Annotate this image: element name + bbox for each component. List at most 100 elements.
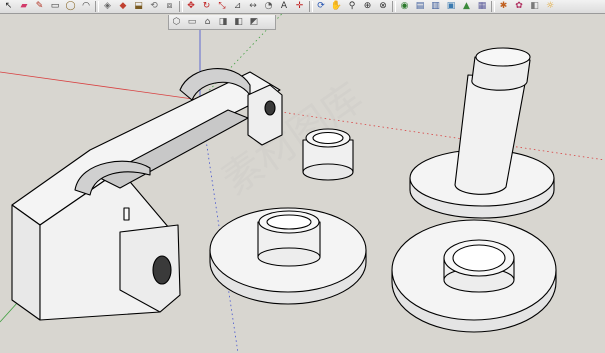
bracket-hole-rear bbox=[264, 100, 276, 116]
circle-icon: ◯ bbox=[65, 1, 76, 11]
scale-tool-button[interactable]: ⤡ bbox=[215, 0, 230, 13]
paint-bucket-icon: ◆ bbox=[119, 1, 127, 11]
scale-icon: ⤡ bbox=[218, 1, 226, 11]
rectangle-tool-button[interactable]: ▭ bbox=[48, 0, 63, 13]
offset-icon: ⧈ bbox=[166, 1, 173, 11]
share-icon: ▥ bbox=[431, 1, 440, 11]
small-bushing-bottom bbox=[302, 163, 354, 181]
bracket-front-face bbox=[11, 204, 41, 321]
toggle-terrain-button[interactable]: ▲ bbox=[459, 0, 474, 13]
eraser-tool-button[interactable]: ▰ bbox=[17, 0, 32, 13]
photo-icon: ▣ bbox=[446, 1, 456, 11]
flanged-bushing-bore bbox=[266, 214, 312, 230]
select-tool-button[interactable]: ↖ bbox=[1, 0, 16, 13]
get-models-button[interactable]: ▤ bbox=[413, 0, 428, 13]
arrow-icon: ↖ bbox=[4, 1, 13, 11]
terrain-icon: ▲ bbox=[463, 1, 470, 11]
zoom-window-tool-button[interactable]: ⊕ bbox=[360, 0, 375, 13]
views-toolbar: ⬡ ▭ ⌂ ◨ ◧ ◩ bbox=[168, 15, 276, 30]
front-view-icon: ⌂ bbox=[204, 16, 211, 27]
back-view-icon: ◧ bbox=[234, 16, 243, 27]
warehouse-icon: ▤ bbox=[415, 1, 425, 11]
earth-icon: ◉ bbox=[400, 1, 409, 11]
sketchup-window: 素材图库 ↖ ▰ ✎ ▭ ◯ ◠ ◈ ◆ ⬓ ⟲ ⧈ ✥ ↻ ⤡ ⊿ ↔ ◔ A… bbox=[0, 0, 605, 353]
rotate-tool-button[interactable]: ↻ bbox=[199, 0, 214, 13]
main-toolbar: ↖ ▰ ✎ ▭ ◯ ◠ ◈ ◆ ⬓ ⟲ ⧈ ✥ ↻ ⤡ ⊿ ↔ ◔ A ✛ ⟳ ✋ ⚲ ⊕ ⊗ ◉ ▤ ▥ ▣ ▲ ▦ ✱ ✿ ◧ ☼ bbox=[0, 0, 605, 14]
flanged-bushing-part[interactable] bbox=[209, 207, 367, 305]
bracket-hole-front bbox=[152, 255, 172, 285]
orbit-tool-button[interactable]: ⟳ bbox=[314, 0, 329, 13]
back-view-button[interactable]: ◧ bbox=[231, 16, 246, 29]
rotate-icon: ↻ bbox=[202, 1, 211, 11]
move-icon: ✥ bbox=[187, 1, 195, 11]
toolbar-separator bbox=[308, 1, 313, 12]
arc-icon: ◠ bbox=[82, 1, 90, 11]
zoom-window-icon: ⊕ bbox=[363, 1, 372, 11]
toolbar-separator bbox=[178, 1, 183, 12]
pencil-icon: ✎ bbox=[35, 1, 44, 11]
share-model-button[interactable]: ▥ bbox=[428, 0, 443, 13]
flange-ring-part[interactable] bbox=[391, 219, 557, 333]
iso-view-icon: ⬡ bbox=[172, 16, 181, 27]
rectangle-icon: ▭ bbox=[50, 1, 60, 11]
tape-measure-tool-button[interactable]: ⊿ bbox=[230, 0, 245, 13]
push-pull-icon: ⬓ bbox=[134, 1, 143, 11]
get-photo-texture-button[interactable]: ▣ bbox=[444, 0, 459, 13]
protractor-icon: ◔ bbox=[264, 1, 273, 11]
bracket-rear-block bbox=[247, 84, 283, 146]
bracket-pin-slot bbox=[123, 207, 130, 221]
arc-tool-button[interactable]: ◠ bbox=[79, 0, 94, 13]
dimension-icon: ↔ bbox=[249, 1, 257, 11]
component-palette-icon: ✱ bbox=[499, 1, 508, 11]
zoom-tool-button[interactable]: ⚲ bbox=[345, 0, 360, 13]
zoom-extents-icon: ⊗ bbox=[379, 1, 387, 11]
top-view-icon: ▭ bbox=[187, 16, 197, 27]
right-view-button[interactable]: ◨ bbox=[216, 16, 231, 29]
paint-bucket-tool-button[interactable]: ◆ bbox=[116, 0, 131, 13]
make-component-button[interactable]: ◈ bbox=[100, 0, 115, 13]
component-options-button[interactable]: ✱ bbox=[496, 0, 511, 13]
axes-tool-button[interactable]: ✛ bbox=[292, 0, 307, 13]
toolbar-separator bbox=[95, 1, 99, 12]
protractor-tool-button[interactable]: ◔ bbox=[261, 0, 276, 13]
layers-button[interactable]: ◧ bbox=[527, 0, 542, 13]
left-view-button[interactable]: ◩ bbox=[247, 16, 262, 29]
zoom-extents-tool-button[interactable]: ⊗ bbox=[376, 0, 391, 13]
styles-icon: ▦ bbox=[477, 1, 487, 11]
follow-me-tool-button[interactable]: ⟲ bbox=[147, 0, 162, 13]
right-view-icon: ◨ bbox=[218, 16, 228, 27]
front-view-button[interactable]: ⌂ bbox=[200, 16, 215, 29]
orbit-icon: ⟳ bbox=[317, 1, 325, 11]
pencil-tool-button[interactable]: ✎ bbox=[32, 0, 47, 13]
toolbar-separator bbox=[491, 1, 495, 12]
shadows-button[interactable]: ☼ bbox=[543, 0, 558, 13]
toolbar-separator bbox=[392, 1, 396, 12]
shadows-icon: ☼ bbox=[545, 1, 555, 11]
top-view-button[interactable]: ▭ bbox=[185, 16, 200, 29]
flanged-bushing-hub-base bbox=[257, 247, 321, 267]
small-bushing-part[interactable] bbox=[302, 128, 354, 181]
styles-button[interactable]: ▦ bbox=[475, 0, 490, 13]
pillar-top bbox=[475, 47, 531, 67]
hand-icon: ✋ bbox=[330, 1, 343, 11]
offset-tool-button[interactable]: ⧈ bbox=[162, 0, 177, 13]
text-tool-button[interactable]: A bbox=[277, 0, 292, 13]
small-bushing-bore bbox=[312, 131, 344, 145]
layers-icon: ◧ bbox=[530, 1, 539, 11]
axes-icon: ✛ bbox=[295, 1, 304, 11]
flange-ring-bore bbox=[452, 244, 506, 272]
pan-tool-button[interactable]: ✋ bbox=[329, 0, 344, 13]
circle-tool-button[interactable]: ◯ bbox=[63, 0, 78, 13]
add-location-button[interactable]: ◉ bbox=[397, 0, 412, 13]
dimension-tool-button[interactable]: ↔ bbox=[246, 0, 261, 13]
magnifier-icon: ⚲ bbox=[348, 1, 356, 11]
iso-view-button[interactable]: ⬡ bbox=[169, 16, 184, 29]
text-icon: A bbox=[280, 1, 288, 11]
eraser-icon: ▰ bbox=[20, 1, 28, 11]
follow-me-icon: ⟲ bbox=[150, 1, 158, 11]
materials-button[interactable]: ✿ bbox=[512, 0, 527, 13]
materials-icon: ✿ bbox=[515, 1, 523, 11]
model-viewport[interactable]: 素材图库 bbox=[0, 0, 605, 353]
move-tool-button[interactable]: ✥ bbox=[184, 0, 199, 13]
push-pull-tool-button[interactable]: ⬓ bbox=[131, 0, 146, 13]
